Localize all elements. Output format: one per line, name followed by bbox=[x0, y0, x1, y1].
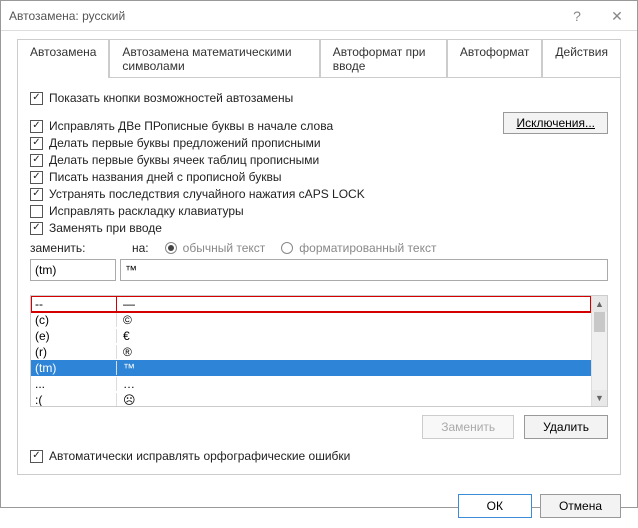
list-row[interactable]: :(☹ bbox=[31, 392, 591, 406]
tab-3[interactable]: Автоформат bbox=[447, 39, 543, 78]
replace-button: Заменить bbox=[422, 415, 514, 439]
radio-formatted-text-label: форматированный текст bbox=[299, 241, 436, 255]
scroll-thumb[interactable] bbox=[594, 312, 605, 332]
tab-strip: АвтозаменаАвтозамена математическими сим… bbox=[1, 31, 637, 78]
tab-0[interactable]: Автозамена bbox=[17, 39, 109, 78]
checkbox-table-caps-label: Делать первые буквы ячеек таблиц прописн… bbox=[49, 153, 319, 167]
checkbox-show-buttons-label: Показать кнопки возможностей автозамены bbox=[49, 91, 293, 105]
checkbox-replace-typing[interactable] bbox=[30, 222, 43, 235]
list-row[interactable]: ...… bbox=[31, 376, 591, 392]
list-row[interactable]: (r)® bbox=[31, 344, 591, 360]
radio-plain-text[interactable] bbox=[165, 242, 177, 254]
list-cell-with: ™ bbox=[117, 361, 591, 375]
checkbox-keyboard-layout-label: Исправлять раскладку клавиатуры bbox=[49, 204, 244, 218]
list-cell-replace: (tm) bbox=[31, 361, 117, 375]
help-button[interactable]: ? bbox=[557, 1, 597, 31]
list-scrollbar[interactable]: ▲ ▼ bbox=[591, 296, 607, 406]
tab-panel: Показать кнопки возможностей автозамены … bbox=[17, 77, 621, 475]
checkbox-two-caps[interactable] bbox=[30, 120, 43, 133]
radio-plain-text-label: обычный текст bbox=[183, 241, 266, 255]
list-cell-replace: :( bbox=[31, 393, 117, 406]
checkbox-show-buttons[interactable] bbox=[30, 92, 43, 105]
scroll-up-button[interactable]: ▲ bbox=[592, 296, 607, 312]
list-row[interactable]: (c)© bbox=[31, 312, 591, 328]
dialog-footer: ОК Отмена bbox=[1, 484, 637, 528]
checkbox-caps-lock-label: Устранять последствия случайного нажатия… bbox=[49, 187, 365, 201]
window-title: Автозамена: русский bbox=[9, 9, 125, 23]
scroll-down-button[interactable]: ▼ bbox=[592, 390, 607, 406]
checkbox-keyboard-layout[interactable] bbox=[30, 205, 43, 218]
list-row[interactable]: (tm)™ bbox=[31, 360, 591, 376]
replace-input[interactable]: (tm) bbox=[30, 259, 116, 281]
checkbox-caps-lock[interactable] bbox=[30, 188, 43, 201]
tab-2[interactable]: Автоформат при вводе bbox=[320, 39, 447, 78]
ok-button[interactable]: ОК bbox=[458, 494, 532, 518]
delete-button[interactable]: Удалить bbox=[524, 415, 608, 439]
checkbox-auto-fix-spelling-label: Автоматически исправлять орфографические… bbox=[49, 449, 350, 463]
list-cell-with: ® bbox=[117, 345, 591, 359]
list-cell-replace: (c) bbox=[31, 313, 117, 327]
list-cell-replace: (e) bbox=[31, 329, 117, 343]
checkbox-replace-typing-label: Заменять при вводе bbox=[49, 221, 162, 235]
list-cell-with: © bbox=[117, 313, 591, 327]
radio-formatted-text[interactable] bbox=[281, 242, 293, 254]
checkbox-auto-fix-spelling[interactable] bbox=[30, 450, 43, 463]
with-column-label: на: bbox=[132, 241, 149, 255]
list-cell-with: € bbox=[117, 329, 591, 343]
list-row[interactable]: (e)€ bbox=[31, 328, 591, 344]
list-cell-with: — bbox=[117, 297, 591, 311]
checkbox-table-caps[interactable] bbox=[30, 154, 43, 167]
cancel-button[interactable]: Отмена bbox=[540, 494, 621, 518]
list-cell-replace: -- bbox=[31, 297, 117, 311]
tab-4[interactable]: Действия bbox=[542, 39, 621, 78]
checkbox-sentence-caps-label: Делать первые буквы предложений прописны… bbox=[49, 136, 321, 150]
list-cell-replace: (r) bbox=[31, 345, 117, 359]
checkbox-two-caps-label: Исправлять ДВе ПРописные буквы в начале … bbox=[49, 119, 333, 133]
checkbox-day-caps[interactable] bbox=[30, 171, 43, 184]
checkbox-day-caps-label: Писать названия дней с прописной буквы bbox=[49, 170, 281, 184]
with-input[interactable]: ™ bbox=[120, 259, 608, 281]
close-button[interactable]: ✕ bbox=[597, 1, 637, 31]
list-row[interactable]: --— bbox=[31, 296, 591, 312]
tab-1[interactable]: Автозамена математическими символами bbox=[109, 39, 319, 78]
list-cell-with: … bbox=[117, 377, 591, 391]
checkbox-sentence-caps[interactable] bbox=[30, 137, 43, 150]
replace-column-label: заменить: bbox=[30, 241, 116, 255]
list-cell-replace: ... bbox=[31, 377, 117, 391]
replacement-list: --—(c)©(e)€(r)®(tm)™...…:(☹ ▲ ▼ bbox=[30, 295, 608, 407]
title-bar: Автозамена: русский ? ✕ bbox=[1, 1, 637, 31]
exceptions-button[interactable]: Исключения... bbox=[503, 112, 608, 134]
list-cell-with: ☹ bbox=[117, 393, 591, 406]
